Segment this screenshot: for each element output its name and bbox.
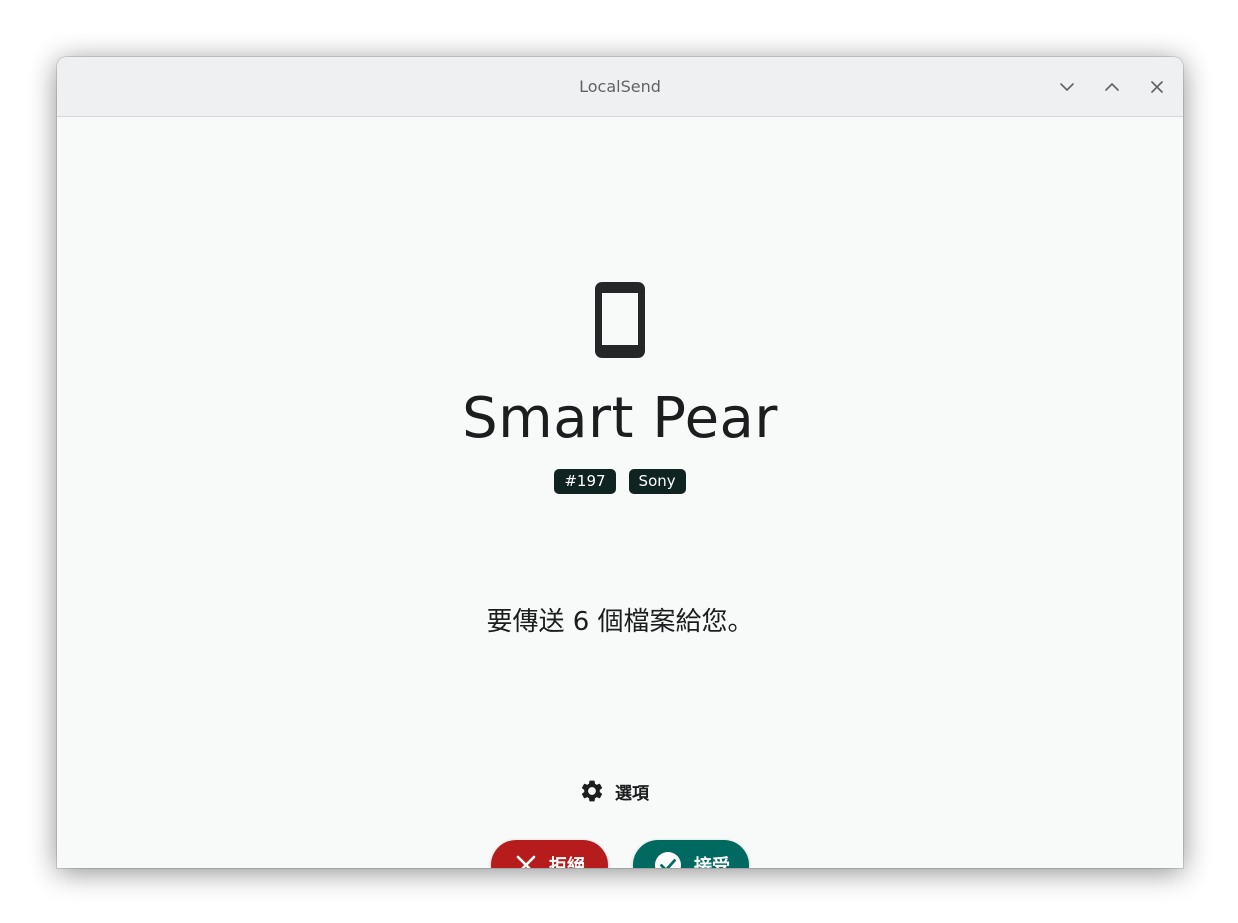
device-badges: #197 Sony bbox=[57, 469, 1183, 494]
device-id-badge: #197 bbox=[554, 469, 616, 494]
smartphone-icon bbox=[595, 282, 645, 358]
minimize-button[interactable] bbox=[1055, 75, 1079, 99]
check-circle-icon bbox=[655, 852, 681, 868]
device-name: Smart Pear bbox=[462, 386, 778, 451]
desktop: LocalSend Smart Pear #197 Sony 要傳送 6 個檔案… bbox=[0, 0, 1238, 923]
window-title: LocalSend bbox=[579, 77, 661, 96]
title-bar[interactable]: LocalSend bbox=[57, 57, 1183, 117]
accept-label: 接受 bbox=[694, 856, 730, 868]
close-button[interactable] bbox=[1145, 75, 1169, 99]
transfer-message: 要傳送 6 個檔案給您。 bbox=[486, 607, 754, 637]
maximize-button[interactable] bbox=[1100, 75, 1124, 99]
device-model-badge: Sony bbox=[628, 469, 686, 494]
chevron-up-icon bbox=[1105, 83, 1119, 91]
options-label: 選項 bbox=[615, 783, 649, 804]
app-window: LocalSend Smart Pear #197 Sony 要傳送 6 個檔案… bbox=[57, 57, 1183, 868]
options-button[interactable]: 選項 bbox=[579, 776, 649, 806]
close-icon bbox=[516, 855, 536, 868]
request-content: Smart Pear #197 Sony 要傳送 6 個檔案給您。 選項 拒絕 bbox=[57, 117, 1183, 868]
chevron-down-icon bbox=[1060, 83, 1074, 91]
reject-label: 拒絕 bbox=[549, 856, 585, 868]
accept-button[interactable]: 接受 bbox=[633, 840, 749, 868]
gear-icon bbox=[581, 780, 603, 802]
reject-button[interactable]: 拒絕 bbox=[491, 840, 608, 868]
close-icon bbox=[1151, 81, 1163, 93]
